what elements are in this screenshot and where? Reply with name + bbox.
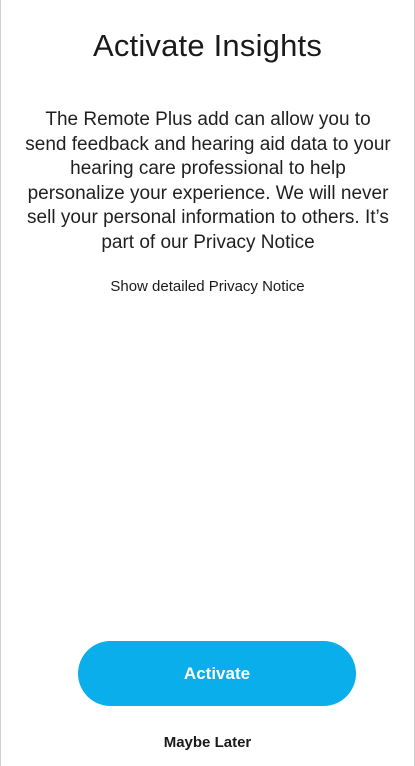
activate-button[interactable]: Activate — [78, 641, 356, 706]
activate-insights-screen: Activate Insights The Remote Plus add ca… — [0, 0, 415, 766]
page-title: Activate Insights — [92, 28, 323, 63]
show-privacy-notice-link[interactable]: Show detailed Privacy Notice — [1, 278, 414, 295]
description-text: The Remote Plus add can allow you to sen… — [25, 109, 391, 253]
maybe-later-button[interactable]: Maybe Later — [1, 734, 414, 751]
